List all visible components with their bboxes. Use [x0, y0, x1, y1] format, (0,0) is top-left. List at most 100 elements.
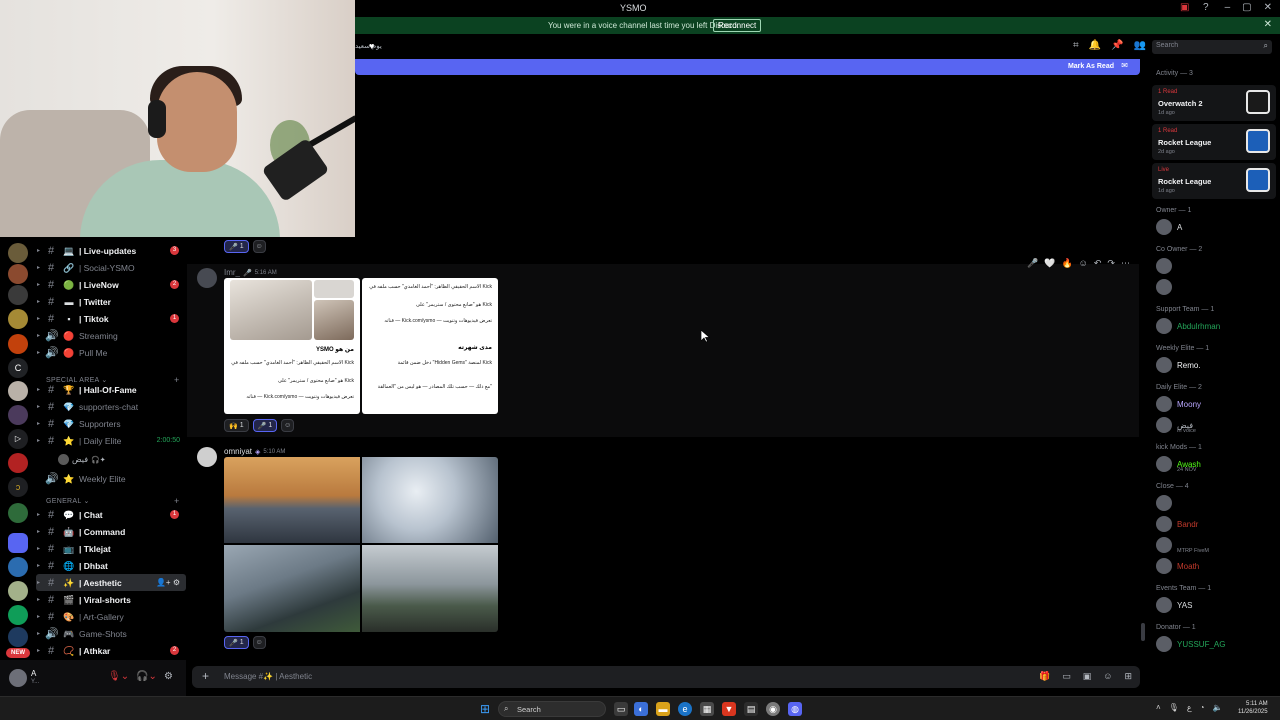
file-explorer-icon[interactable]: ▬: [656, 702, 670, 716]
server-icon[interactable]: [8, 309, 28, 329]
fire-reaction-icon[interactable]: 🔥: [1061, 258, 1072, 269]
taskbar-clock[interactable]: 5:11 AM 11/26/2025: [1238, 700, 1268, 716]
scrollbar[interactable]: [1141, 623, 1145, 641]
message-author[interactable]: omniyat: [224, 447, 252, 456]
channel-item[interactable]: ▸ # 🏆 | Hall-Of-Fame: [36, 381, 186, 398]
server-icon[interactable]: [8, 627, 28, 647]
member-item[interactable]: Remo.: [1156, 357, 1201, 373]
activity-card[interactable]: 1 Read Rocket League 2d ago: [1152, 124, 1276, 160]
server-icon[interactable]: [8, 405, 28, 425]
activity-card[interactable]: 1 Read Overwatch 2 1d ago: [1152, 85, 1276, 121]
channel-item[interactable]: ▸ # 🤖 | Command: [36, 523, 186, 540]
mic-reaction-icon[interactable]: 🎤: [1027, 258, 1038, 269]
channel-item[interactable]: ▸ # ▬ | Twitter: [36, 293, 186, 310]
server-icon[interactable]: C: [8, 358, 28, 378]
attachment-photo[interactable]: [224, 545, 360, 632]
new-messages-banner[interactable]: Mark As Read ✉: [355, 59, 1140, 75]
dismiss-notice-icon[interactable]: ✕: [1264, 19, 1272, 30]
server-icon[interactable]: [8, 503, 28, 523]
add-reaction-icon[interactable]: ☺: [281, 419, 295, 432]
chevron-up-icon[interactable]: ˄: [1156, 703, 1161, 712]
pinned-icon[interactable]: 📌: [1111, 40, 1123, 51]
attachment-photo[interactable]: [362, 457, 498, 543]
reaction-button[interactable]: 🙌 1: [224, 419, 249, 432]
store-icon[interactable]: ▦: [700, 702, 714, 716]
member-item[interactable]: MTRP FiveM: [1156, 537, 1209, 554]
task-view-icon[interactable]: ▭: [614, 702, 628, 716]
member-item[interactable]: Abdulrhman: [1156, 318, 1220, 334]
server-icon[interactable]: [8, 243, 28, 263]
server-icon[interactable]: [8, 581, 28, 601]
member-list-icon[interactable]: 👥: [1134, 40, 1146, 51]
channel-item[interactable]: ▸ # 💎 Supporters: [36, 415, 186, 432]
gif-icon[interactable]: ▭: [1062, 671, 1071, 682]
forward-icon[interactable]: ↷: [1107, 258, 1115, 269]
member-item[interactable]: Moony: [1156, 396, 1201, 412]
channel-item[interactable]: ▸ # 🎬 | Viral-shorts: [36, 591, 186, 608]
close-window-icon[interactable]: ✕: [1264, 2, 1272, 13]
channel-item[interactable]: ▸ 🔊 🎮 Game-Shots: [36, 625, 186, 642]
channel-item[interactable]: ▸ # 📿 | Athkar 2: [36, 642, 186, 659]
server-icon[interactable]: [8, 453, 28, 473]
avatar[interactable]: [197, 268, 217, 288]
reconnect-button[interactable]: Reconnect: [713, 19, 762, 32]
channel-item[interactable]: ▸ 🔊 🔴 Pull Me: [36, 344, 186, 361]
edge-icon[interactable]: e: [678, 702, 692, 716]
deafen-icon[interactable]: 🎧⌄: [136, 671, 157, 682]
activity-card[interactable]: Live Rocket League 1d ago: [1152, 163, 1276, 199]
notification-bell-icon[interactable]: 🔔: [1089, 40, 1101, 51]
voice-user[interactable]: فيض 🎧✦: [58, 454, 106, 465]
language-icon[interactable]: ع: [1187, 703, 1192, 712]
speaker-icon[interactable]: 🔈: [1212, 703, 1222, 712]
mark-as-read-button[interactable]: Mark As Read: [1068, 63, 1114, 70]
attachment-photo[interactable]: [224, 457, 360, 543]
mic-icon[interactable]: 🎙: [1169, 703, 1179, 712]
apps-icon[interactable]: ⊞: [1124, 671, 1132, 682]
channel-item[interactable]: ▸ # 🎨 | Art-Gallery: [36, 608, 186, 625]
member-item[interactable]: YAS: [1156, 597, 1192, 613]
server-icon[interactable]: [8, 285, 28, 305]
member-item[interactable]: Bandr: [1156, 516, 1198, 532]
attachment-image[interactable]: YSMO من هو الاسم الحقيقي الظاهر: "أحمد ا…: [224, 278, 360, 414]
app-icon[interactable]: ▤: [744, 702, 758, 716]
channel-item[interactable]: ▸ # ⭐ | Daily Elite 2:00:50: [36, 432, 186, 449]
wifi-icon[interactable]: ◔: [1200, 703, 1205, 712]
heart-reaction-icon[interactable]: 🤍: [1044, 258, 1055, 269]
server-icon[interactable]: [8, 557, 28, 577]
reaction-button[interactable]: 🎤 1: [252, 419, 278, 432]
minimize-icon[interactable]: –: [1225, 2, 1231, 13]
channel-weekly-elite[interactable]: 🔊 ⭐ Weekly Elite: [36, 470, 186, 487]
add-reaction-icon[interactable]: ☺: [252, 636, 266, 649]
gift-icon[interactable]: 🎁: [1039, 671, 1050, 682]
sticker-icon[interactable]: ▣: [1083, 671, 1092, 682]
channel-item[interactable]: ▸ # 📺 | Tklejat: [36, 540, 186, 557]
channel-item[interactable]: ▸ # 🔗 | Social-YSMO: [36, 259, 186, 276]
avatar[interactable]: [9, 669, 27, 687]
mute-mic-icon[interactable]: 🎙⌄: [108, 671, 129, 682]
emoji-icon[interactable]: ☺: [1103, 671, 1112, 682]
brave-icon[interactable]: ▼: [722, 702, 736, 716]
add-channel-icon[interactable]: +: [174, 496, 180, 506]
member-item[interactable]: [1156, 495, 1177, 511]
maximize-icon[interactable]: ▢: [1242, 2, 1251, 13]
server-icon[interactable]: [8, 264, 28, 284]
member-item[interactable]: YUSSUF_AG: [1156, 636, 1225, 652]
member-item[interactable]: A: [1156, 219, 1182, 235]
channel-settings-icons[interactable]: 👤+ ⚙: [156, 578, 180, 587]
server-icon[interactable]: ▷: [8, 429, 28, 449]
category-general[interactable]: GENERAL ⌄ +: [46, 496, 179, 506]
channel-item[interactable]: ▸ # ▪ | Tiktok 1: [36, 310, 186, 327]
channel-item[interactable]: ▸ # 🌐 | Dhbat: [36, 557, 186, 574]
chrome-icon[interactable]: ◉: [766, 702, 780, 716]
server-icon[interactable]: [8, 533, 28, 553]
member-item[interactable]: Awash 24 NOV: [1156, 456, 1201, 473]
attach-plus-icon[interactable]: +: [202, 669, 209, 683]
channel-item[interactable]: ▸ # 🟢 | LiveNow 2: [36, 276, 186, 293]
inbox-icon[interactable]: ▣: [1180, 2, 1189, 13]
avatar[interactable]: [197, 447, 217, 467]
server-icon[interactable]: [8, 334, 28, 354]
search-input[interactable]: Search ⌕: [1152, 40, 1272, 54]
attachment-image[interactable]: الاسم الحقيقي الظاهر: "أحمد الغامدي" حسب…: [362, 278, 498, 414]
copilot-icon[interactable]: ◐: [634, 702, 648, 716]
windows-start-icon[interactable]: ⊞: [478, 702, 492, 716]
